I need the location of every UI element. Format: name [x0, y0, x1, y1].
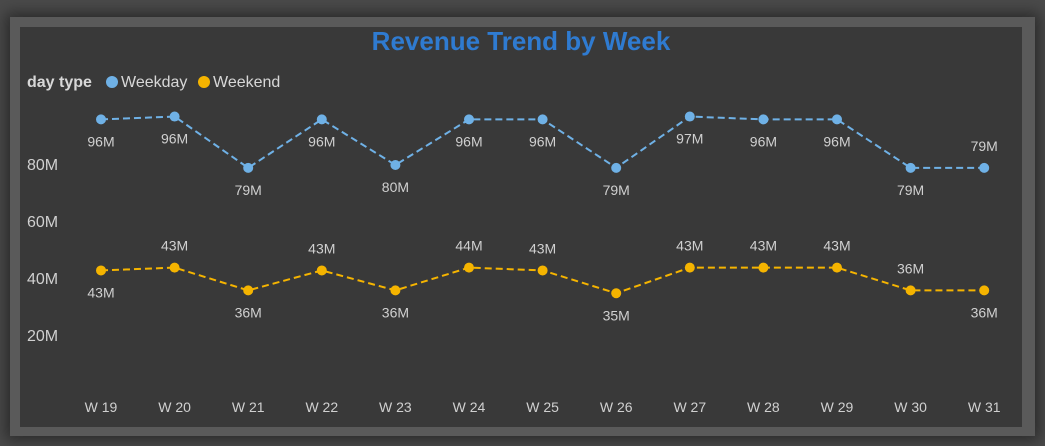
data-label: 79M	[603, 182, 630, 198]
data-label: 80M	[382, 179, 409, 195]
data-label: 43M	[823, 238, 850, 254]
data-label: 96M	[308, 133, 335, 149]
data-point[interactable]	[316, 265, 327, 276]
data-point[interactable]	[390, 160, 401, 170]
data-label: 96M	[87, 133, 114, 149]
data-point[interactable]	[905, 285, 916, 296]
data-point[interactable]	[316, 114, 327, 125]
data-label: 96M	[823, 133, 850, 149]
x-tick-label: W 24	[453, 399, 486, 415]
data-point[interactable]	[464, 114, 474, 125]
data-label: 43M	[161, 238, 188, 254]
data-point[interactable]	[758, 262, 769, 273]
data-point[interactable]	[96, 265, 106, 276]
x-axis: W 19 W 20 W 21 W 22 W 23 W 24 W 25 W 26 W 27 W 28…	[85, 399, 1001, 415]
data-point[interactable]	[979, 285, 990, 296]
y-tick-label: 40M	[27, 271, 58, 288]
x-tick-label: W 31	[968, 399, 1001, 415]
data-point[interactable]	[832, 114, 842, 125]
series-layer: 96M 96M 79M 96M 80M 96M 96M 79M 97M 96M 96M 79M 79M 4…	[87, 111, 998, 324]
data-point[interactable]	[96, 114, 106, 125]
line-chart: Revenue Trend by Week day type Weekday W…	[27, 26, 1001, 415]
data-label: 96M	[455, 133, 482, 149]
data-label: 97M	[676, 131, 703, 147]
data-point[interactable]	[684, 262, 695, 273]
x-tick-label: W 29	[821, 399, 854, 415]
data-point[interactable]	[169, 111, 180, 122]
data-point[interactable]	[684, 111, 695, 122]
data-label: 43M	[308, 240, 335, 256]
data-label: 79M	[971, 138, 998, 154]
x-tick-label: W 28	[747, 399, 780, 415]
data-point[interactable]	[464, 262, 474, 273]
x-tick-label: W 22	[305, 399, 338, 415]
x-tick-label: W 30	[894, 399, 927, 415]
data-label: 35M	[603, 307, 630, 323]
x-tick-label: W 26	[600, 399, 633, 415]
y-tick-label: 60M	[27, 214, 58, 231]
data-label: 43M	[750, 238, 777, 254]
chart-title: Revenue Trend by Week	[372, 26, 671, 56]
data-label: 96M	[161, 131, 188, 147]
legend-weekend-marker	[198, 76, 210, 88]
legend: day type Weekday Weekend	[27, 74, 280, 91]
x-tick-label: W 21	[232, 399, 265, 415]
y-axis: 80M 60M 40M 20M	[27, 157, 58, 345]
data-label: 44M	[455, 238, 482, 254]
data-point[interactable]	[905, 162, 916, 173]
data-point[interactable]	[390, 285, 401, 296]
data-point[interactable]	[611, 162, 622, 173]
x-tick-label: W 27	[673, 399, 706, 415]
x-tick-label: W 19	[85, 399, 118, 415]
legend-weekend-label: Weekend	[213, 74, 280, 91]
data-label: 43M	[676, 238, 703, 254]
data-label: 79M	[235, 182, 262, 198]
series-weekday: 96M 96M 79M 96M 80M 96M 96M 79M 97M 96M 96M 79M 79M	[87, 111, 998, 198]
data-point[interactable]	[537, 114, 548, 125]
legend-title: day type	[27, 74, 92, 91]
data-label: 96M	[529, 133, 556, 149]
data-label: 36M	[971, 304, 998, 320]
x-tick-label: W 25	[526, 399, 559, 415]
series-weekend: 43M 43M 36M 43M 36M 44M 43M 35M 43M 43M 43M 36M 36M	[87, 238, 997, 324]
data-point[interactable]	[169, 262, 180, 273]
x-tick-label: W 20	[158, 399, 191, 415]
data-label: 43M	[87, 284, 114, 300]
x-tick-label: W 23	[379, 399, 412, 415]
y-tick-label: 20M	[27, 328, 58, 345]
data-point[interactable]	[243, 285, 254, 296]
data-point[interactable]	[243, 162, 254, 173]
y-tick-label: 80M	[27, 157, 58, 174]
legend-weekday-label: Weekday	[121, 74, 187, 91]
data-point[interactable]	[611, 288, 622, 299]
data-point[interactable]	[758, 114, 769, 125]
data-label: 43M	[529, 240, 556, 256]
data-label: 36M	[235, 304, 262, 320]
data-label: 36M	[382, 304, 409, 320]
data-label: 36M	[897, 260, 924, 276]
legend-weekday-marker	[106, 76, 118, 88]
data-label: 96M	[750, 133, 777, 149]
data-point[interactable]	[832, 262, 842, 273]
data-label: 79M	[897, 182, 924, 198]
data-point[interactable]	[979, 162, 990, 173]
data-point[interactable]	[537, 265, 548, 276]
